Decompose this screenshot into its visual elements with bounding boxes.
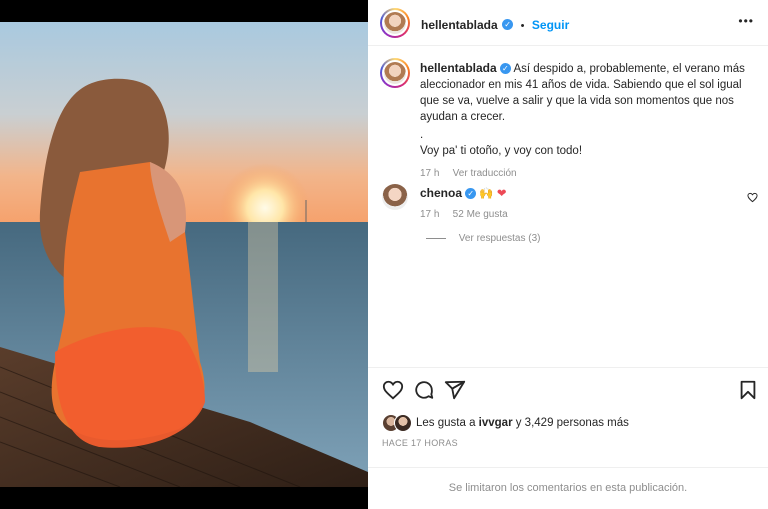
caption-line2: Voy pa' ti otoño, y voy con todo! bbox=[420, 145, 583, 157]
post-photo[interactable] bbox=[0, 22, 368, 487]
likers-avatars[interactable] bbox=[382, 414, 414, 432]
liker-avatar bbox=[394, 414, 412, 432]
likes-prefix: Les gusta a bbox=[416, 417, 479, 429]
post-timestamp[interactable]: HACE 17 HORAS bbox=[382, 438, 458, 448]
likes-suffix[interactable]: y 3,429 personas más bbox=[513, 417, 629, 429]
comment-avatar[interactable] bbox=[382, 184, 408, 210]
share-icon[interactable] bbox=[444, 379, 466, 401]
verified-icon: ✓ bbox=[499, 63, 511, 75]
likes-summary: Les gusta a ivvgar y 3,429 personas más bbox=[416, 417, 629, 429]
verified-icon: ✓ bbox=[502, 19, 514, 31]
comment-likes[interactable]: 52 Me gusta bbox=[453, 209, 508, 220]
post-panel: hellentablada ✓ • Seguir ••• hellentabla… bbox=[368, 0, 768, 509]
author-username[interactable]: hellentablada bbox=[421, 18, 498, 32]
comment-time[interactable]: 17 h bbox=[420, 209, 439, 220]
view-replies-label: Ver respuestas (3) bbox=[458, 233, 541, 244]
sunset-photo bbox=[0, 22, 368, 487]
bookmark-icon[interactable] bbox=[737, 379, 759, 401]
caption-avatar[interactable] bbox=[380, 58, 410, 88]
author-avatar[interactable] bbox=[380, 8, 410, 38]
caption-time[interactable]: 17 h bbox=[420, 168, 439, 179]
photo-pane bbox=[0, 0, 368, 509]
caption-dot: . bbox=[420, 129, 424, 141]
comment-username[interactable]: chenoa bbox=[420, 186, 462, 200]
post-caption: hellentablada ✓ Así despido a, probablem… bbox=[420, 60, 750, 182]
more-icon[interactable]: ••• bbox=[738, 14, 754, 28]
comment-icon[interactable] bbox=[413, 379, 435, 401]
comment-heart-icon[interactable] bbox=[747, 192, 758, 203]
verified-icon: ✓ bbox=[465, 188, 477, 200]
follow-button[interactable]: Seguir bbox=[532, 18, 569, 32]
translate-button[interactable]: Ver traducción bbox=[453, 168, 517, 179]
likes-user[interactable]: ivvgar bbox=[479, 417, 513, 429]
comment-text: 🙌 ❤ bbox=[479, 188, 507, 200]
post-header: hellentablada ✓ • Seguir ••• bbox=[368, 0, 768, 46]
actions-divider bbox=[368, 367, 768, 368]
comment: chenoa ✓ 🙌 ❤ 17 h 52 Me gusta bbox=[420, 186, 720, 220]
caption-username[interactable]: hellentablada bbox=[420, 61, 497, 75]
view-replies[interactable]: Ver respuestas (3) bbox=[426, 233, 541, 244]
heart-icon[interactable] bbox=[382, 379, 404, 401]
comments-limited-note: Se limitaron los comentarios en esta pub… bbox=[368, 467, 768, 509]
